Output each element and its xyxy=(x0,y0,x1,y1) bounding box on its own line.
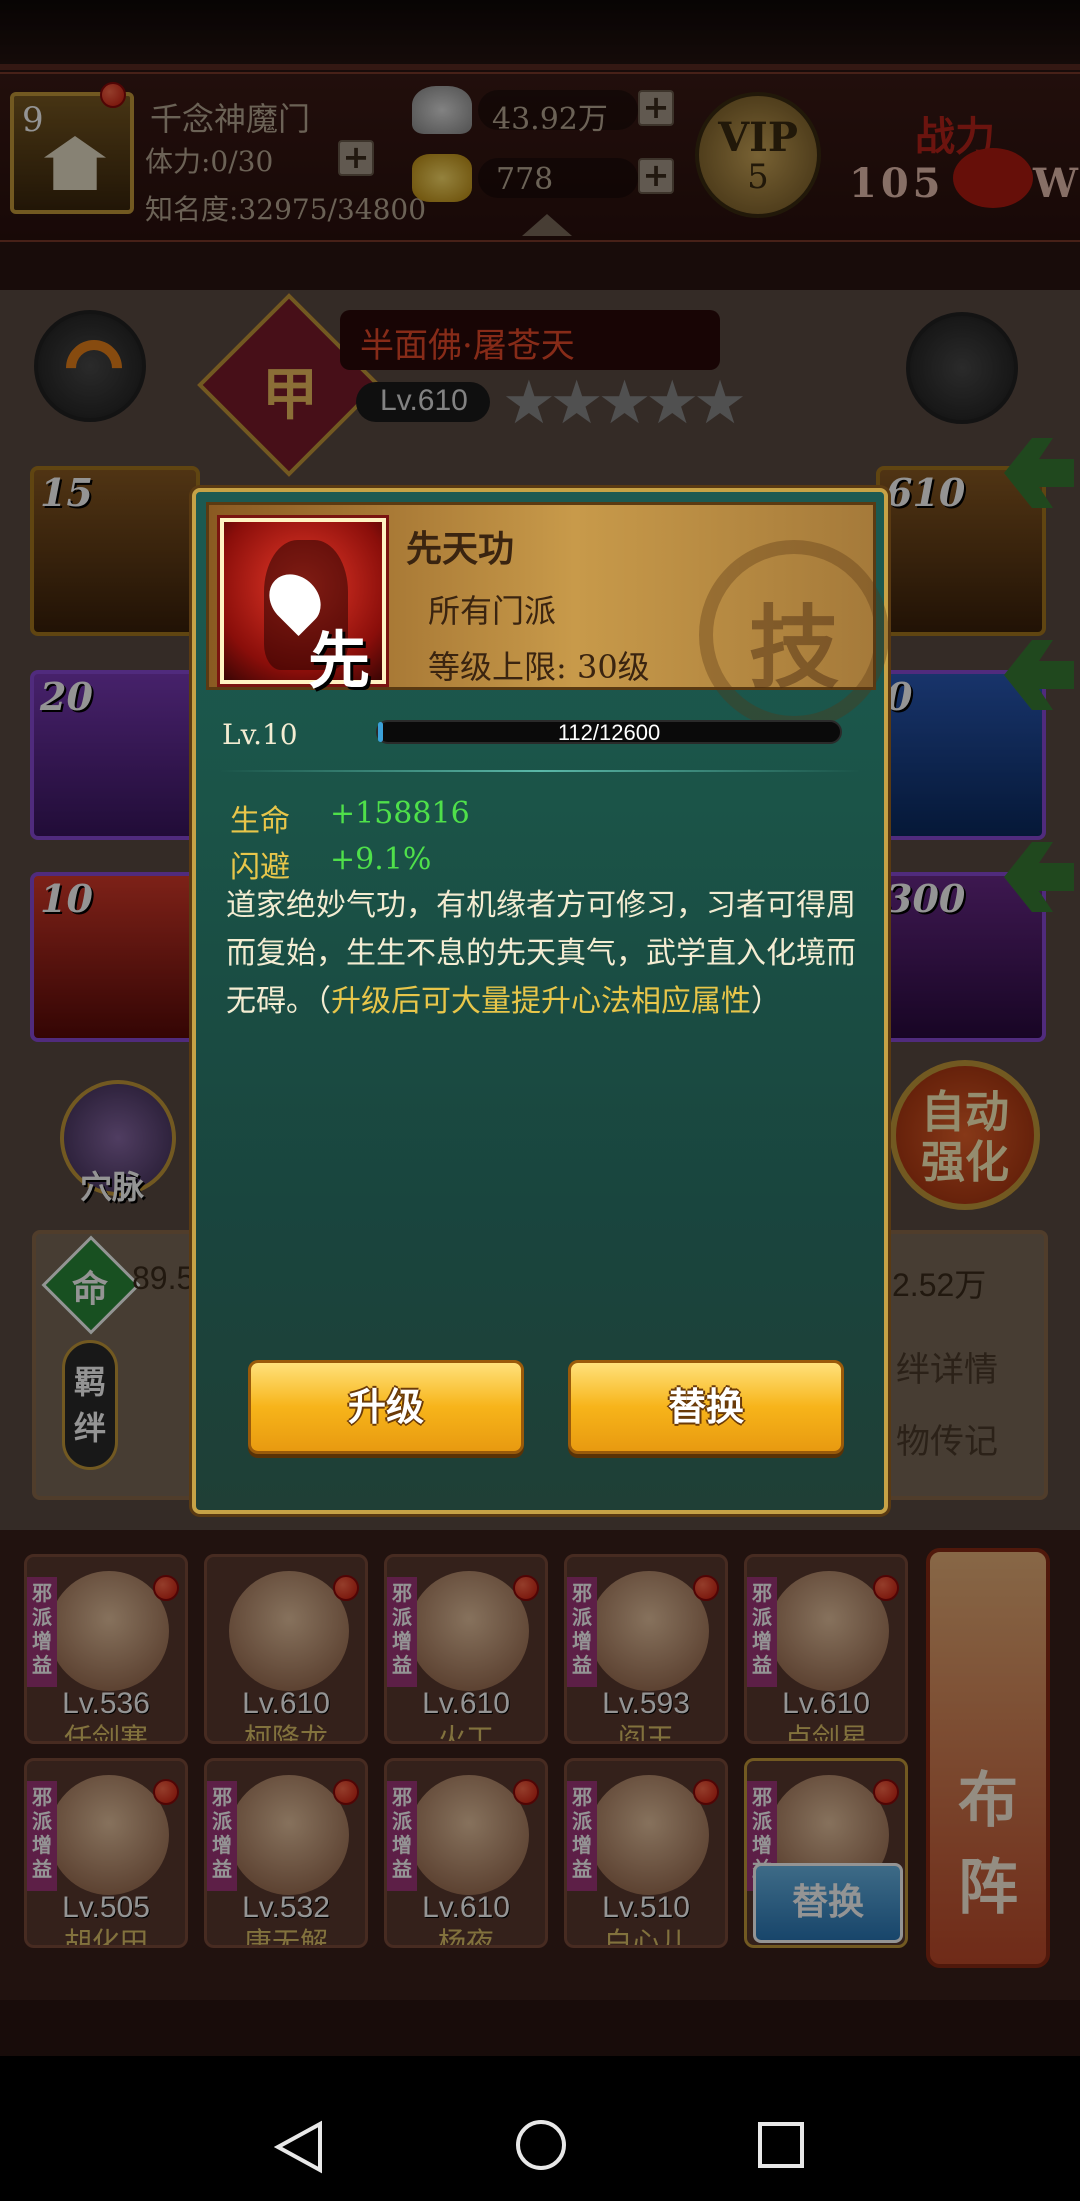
back-icon[interactable] xyxy=(274,2120,324,2174)
skill-detail-dialog: 技 先 先天功 所有门派 等级上限: 30级 Lv.10 112/12600 生… xyxy=(192,488,889,1514)
divider xyxy=(220,770,860,772)
upgrade-button[interactable]: 升级 xyxy=(248,1360,524,1454)
stat-value: +158816 xyxy=(330,796,470,831)
exp-bar: 112/12600 xyxy=(376,720,842,745)
replace-button[interactable]: 替换 xyxy=(568,1360,844,1454)
home-icon[interactable] xyxy=(514,2118,568,2172)
seal-char: 技 xyxy=(749,595,839,701)
stat-value: +9.1% xyxy=(330,842,432,877)
desc-highlight: 升级后可大量提升心法相应属性 xyxy=(331,984,751,1019)
skill-level-cap: 等级上限: 30级 xyxy=(428,648,650,686)
game-screen: 9 千念神魔门 体力:0/30 + 知名度:32975/34800 43.92万… xyxy=(0,0,1080,2201)
recents-icon[interactable] xyxy=(756,2120,806,2170)
skill-icon-char: 先 xyxy=(308,624,371,697)
skill-description: 道家绝妙气功，有机缘者方可修习，习者可得周而复始，生生不息的先天真气，武学直入化… xyxy=(226,882,858,1026)
skill-school: 所有门派 xyxy=(428,592,557,630)
navigation-bar xyxy=(0,2056,1080,2201)
stat-name: 闪避 xyxy=(230,850,290,885)
skill-title: 先天功 xyxy=(406,528,515,570)
stat-name: 生命 xyxy=(230,804,290,839)
exp-text: 112/12600 xyxy=(557,720,661,745)
desc-close: ） xyxy=(751,984,781,1019)
skill-level: Lv.10 xyxy=(222,718,298,751)
skill-icon: 先 xyxy=(217,515,389,697)
